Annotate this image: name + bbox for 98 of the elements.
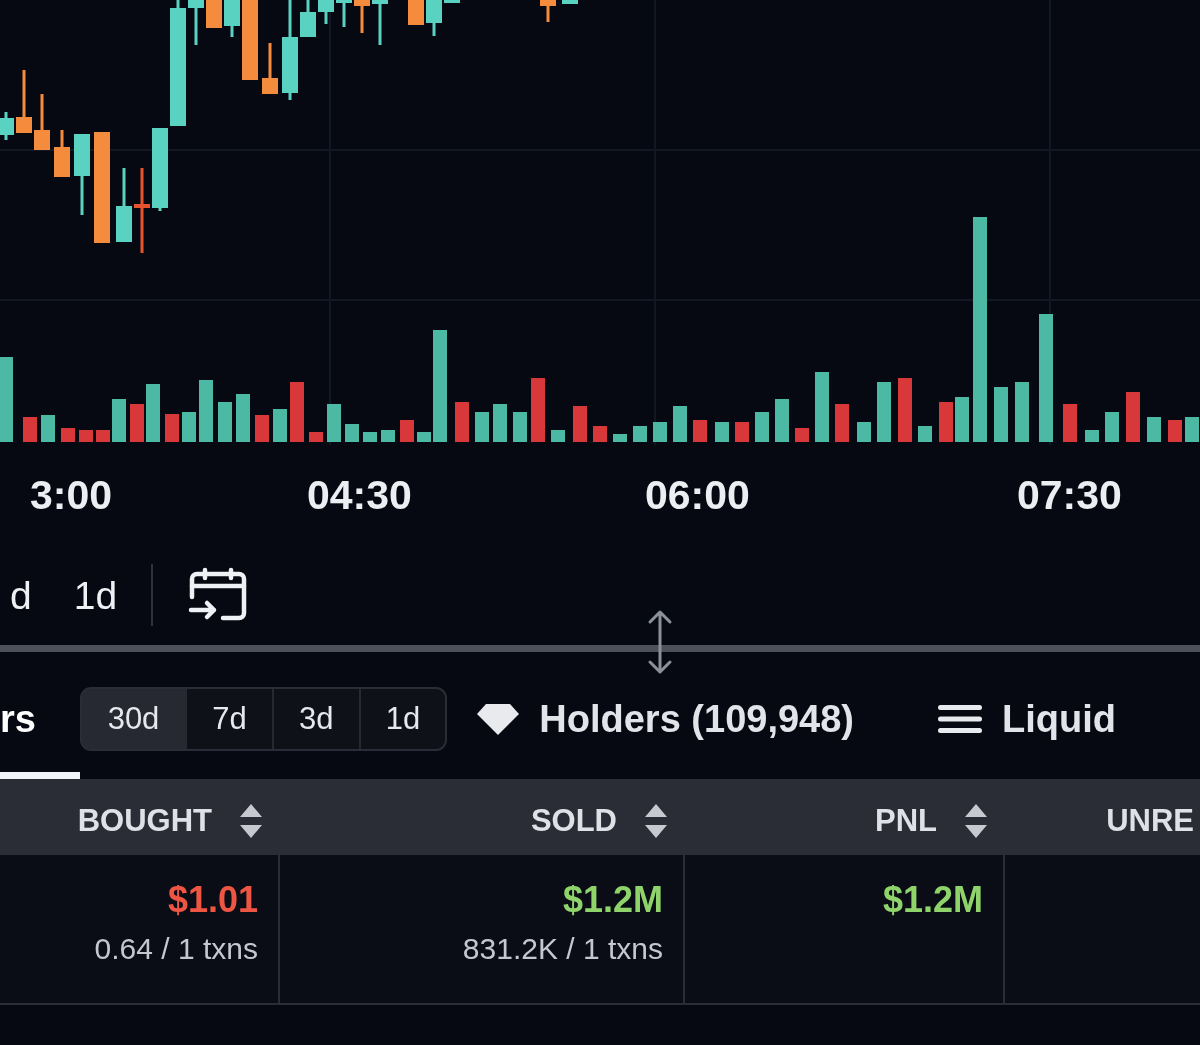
candlestick	[0, 112, 14, 140]
volume-bar	[898, 378, 912, 442]
volume-bar	[1105, 412, 1119, 442]
volume-bar	[653, 422, 667, 442]
candlestick	[262, 43, 278, 94]
volume-bar	[290, 382, 304, 442]
menu-lines-icon	[938, 705, 983, 733]
volume-bar	[79, 430, 93, 442]
candlestick	[444, 0, 460, 3]
time-axis-label: 07:30	[1017, 472, 1122, 518]
candlestick	[354, 0, 370, 33]
volume-bar	[255, 415, 269, 442]
candlestick	[562, 0, 578, 4]
volume-bar	[327, 404, 341, 442]
volume-bar	[593, 426, 607, 442]
volume-bar	[96, 430, 110, 442]
volume-bar	[112, 399, 126, 442]
volume-bar	[551, 430, 565, 442]
candlestick	[372, 0, 388, 45]
volume-bar	[1147, 417, 1161, 442]
volume-bar	[309, 432, 323, 442]
candlestick	[300, 0, 316, 37]
volume-bar	[61, 428, 75, 442]
amount-text: $1.01	[167, 879, 258, 921]
volume-bar	[775, 399, 789, 442]
volume-bar	[23, 417, 37, 442]
volume-bar	[493, 404, 507, 442]
volume-bar	[1015, 382, 1029, 442]
amount-text: $1.2M	[882, 879, 983, 921]
tab[interactable]: Liquid	[938, 659, 1116, 779]
candlestick	[224, 0, 240, 37]
time-axis-label: 3:00	[30, 472, 113, 518]
volume-bar	[857, 422, 871, 442]
column-header[interactable]: PNL	[685, 779, 1005, 855]
candlestick	[336, 0, 352, 27]
interval-button[interactable]: 1d	[63, 569, 128, 621]
candlestick	[54, 130, 70, 177]
volume-bar	[1168, 420, 1182, 442]
candlestick	[540, 0, 556, 22]
period-option[interactable]: 7d	[187, 689, 272, 749]
volume-bar	[1063, 404, 1077, 442]
volume-bar	[182, 412, 196, 442]
time-axis-label: 04:30	[307, 472, 412, 518]
volume-bar	[1126, 392, 1140, 442]
volume-bar	[455, 402, 469, 442]
volume-bar	[531, 378, 545, 442]
volume-bar	[573, 406, 587, 442]
time-axis-label: 06:00	[645, 472, 750, 518]
column-header[interactable]: SOLD	[280, 779, 685, 855]
volume-bar	[835, 404, 849, 442]
candlestick	[16, 70, 32, 133]
volume-bar	[417, 432, 431, 442]
volume-bar	[735, 422, 749, 442]
candlestick	[426, 0, 442, 36]
candlestick	[34, 94, 50, 150]
volume-bar	[236, 394, 250, 442]
candlestick	[188, 0, 204, 45]
tab[interactable]: Holders (109,948)	[477, 659, 855, 779]
column-header[interactable]: UNRE	[1005, 779, 1200, 855]
volume-bar	[673, 406, 687, 442]
volume-bar	[815, 372, 829, 442]
period-option[interactable]: 1d	[360, 689, 446, 749]
volume-bar	[1185, 417, 1199, 442]
volume-bar	[273, 409, 287, 442]
volume-bar	[918, 426, 932, 442]
volume-bar	[475, 412, 489, 442]
volume-bar	[363, 432, 377, 442]
volume-bar	[693, 420, 707, 442]
volume-bar	[1085, 430, 1099, 442]
amount-text: $1.2M	[562, 879, 663, 921]
txn-detail-text: 831.2K / 1 txns	[462, 932, 663, 967]
volume-bar	[41, 415, 55, 442]
volume-bar	[218, 402, 232, 442]
volume-bar	[715, 422, 729, 442]
candlestick	[408, 0, 424, 25]
volume-bar	[199, 380, 213, 442]
diamond-icon	[477, 703, 520, 735]
volume-bar	[146, 384, 160, 442]
volume-bar	[877, 382, 891, 442]
interval-button[interactable]: d	[0, 569, 42, 621]
period-option[interactable]: 3d	[273, 689, 359, 749]
volume-bar	[400, 420, 414, 442]
volume-bar	[633, 426, 647, 442]
candlestick	[206, 0, 222, 28]
volume-bar	[994, 387, 1008, 442]
volume-bar	[755, 412, 769, 442]
candlestick	[318, 0, 334, 24]
volume-bar	[939, 402, 953, 442]
column-header[interactable]: BOUGHT	[0, 779, 280, 855]
volume-bar	[345, 424, 359, 442]
volume-bar	[513, 412, 527, 442]
volume-bar	[613, 434, 627, 442]
volume-bar	[381, 430, 395, 442]
txn-detail-text: 0.64 / 1 txns	[94, 932, 258, 967]
volume-bar	[955, 397, 969, 442]
volume-bar	[165, 414, 179, 442]
volume-bar	[795, 428, 809, 442]
volume-bar	[130, 404, 144, 442]
